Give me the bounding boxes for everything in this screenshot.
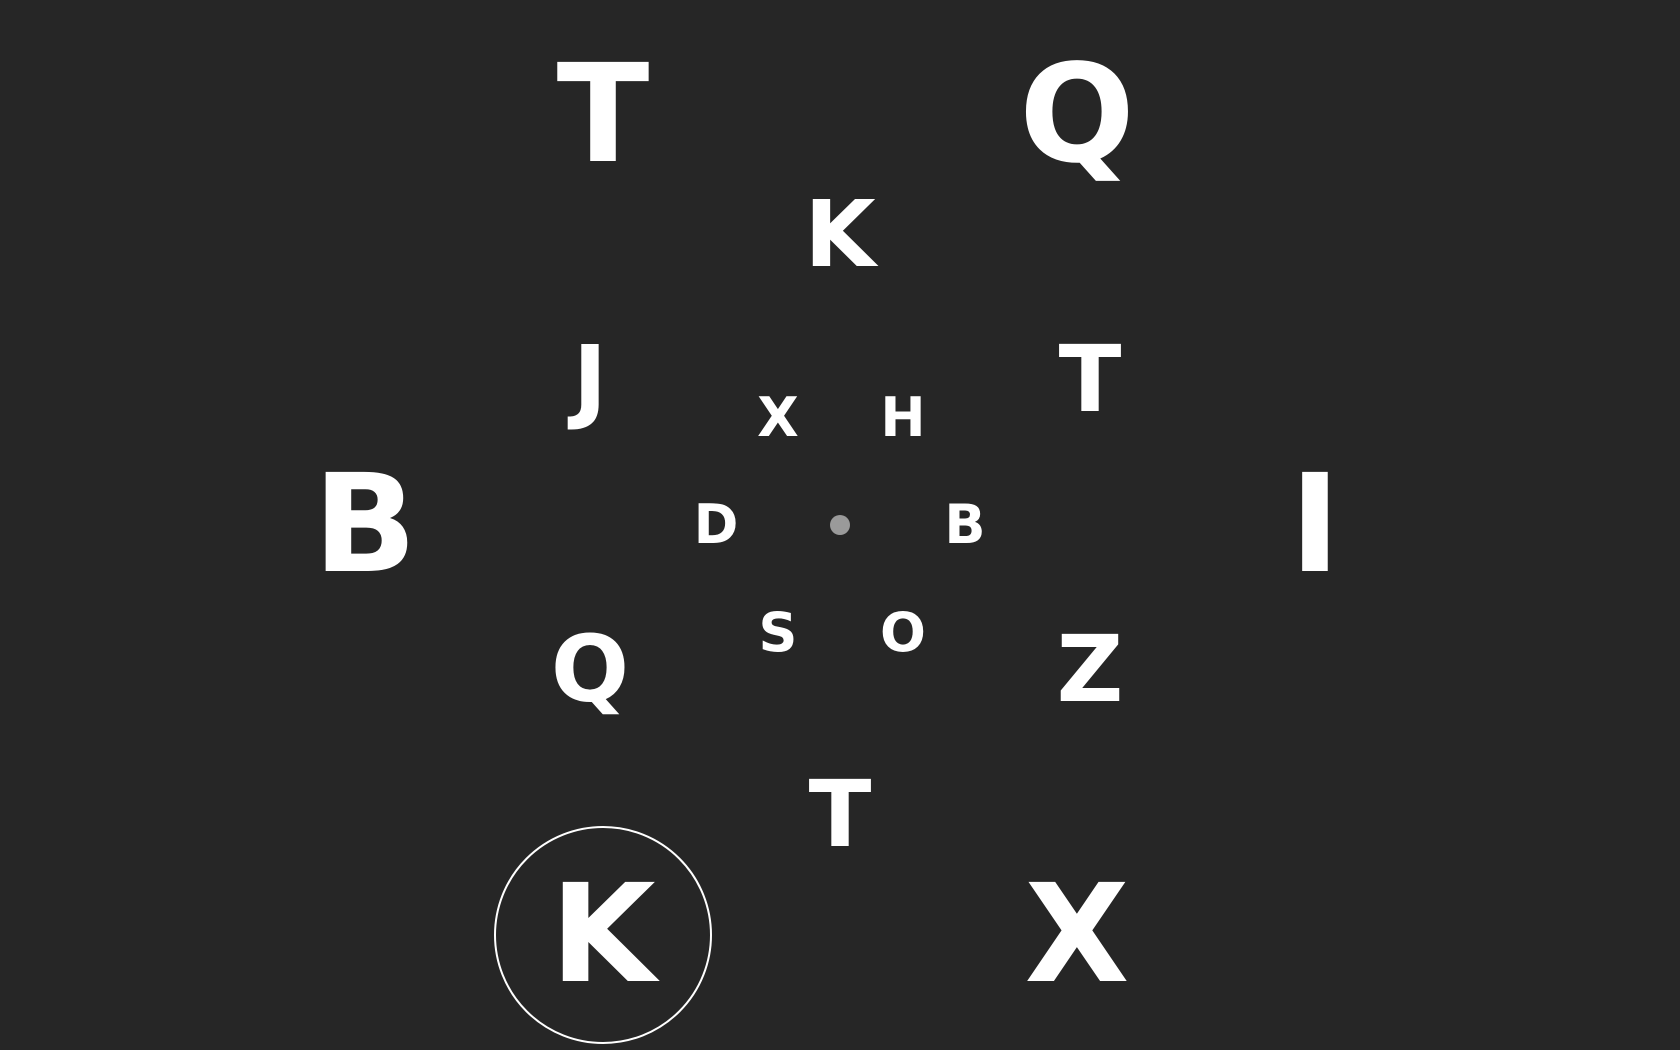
letter-middle-4[interactable]: Q xyxy=(540,620,640,720)
letter-inner-2[interactable]: H xyxy=(873,388,933,448)
letter-outer-3[interactable]: B xyxy=(290,450,440,600)
letter-middle-1[interactable]: K xyxy=(790,185,890,285)
letter-outer-1[interactable]: T xyxy=(528,40,678,190)
letter-middle-3[interactable]: T xyxy=(1040,330,1140,430)
letter-outer-6[interactable]: X xyxy=(1002,860,1152,1010)
letter-inner-5[interactable]: S xyxy=(748,603,808,663)
letter-inner-4[interactable]: B xyxy=(935,495,995,555)
fixation-dot xyxy=(830,515,850,535)
letter-middle-2[interactable]: J xyxy=(540,330,640,430)
letter-middle-6[interactable]: T xyxy=(790,765,890,865)
letter-inner-3[interactable]: D xyxy=(686,495,746,555)
letter-outer-4[interactable]: I xyxy=(1240,450,1390,600)
letter-outer-2[interactable]: Q xyxy=(1002,40,1152,190)
letter-outer-5[interactable]: K xyxy=(528,860,678,1010)
letter-chart-canvas: T Q B I K X K J T Q Z T X H D B S O xyxy=(0,0,1680,1050)
letter-inner-6[interactable]: O xyxy=(873,603,933,663)
letter-inner-1[interactable]: X xyxy=(748,388,808,448)
letter-middle-5[interactable]: Z xyxy=(1040,620,1140,720)
